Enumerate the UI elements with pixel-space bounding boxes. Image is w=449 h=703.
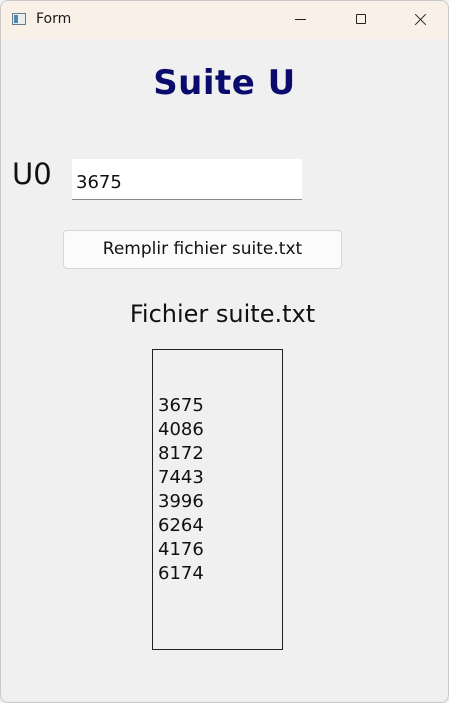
u0-label: U0 (12, 157, 52, 191)
file-line: 4086 (158, 419, 204, 440)
close-button[interactable] (397, 1, 443, 39)
file-line: 4176 (158, 539, 204, 560)
file-lines: 3675 4086 8172 7443 3996 6264 4176 6174 (158, 394, 204, 586)
maximize-icon (356, 14, 366, 24)
page-title: Suite U (153, 63, 296, 103)
fill-file-button[interactable]: Remplir fichier suite.txt (63, 230, 342, 269)
minimize-button[interactable] (278, 1, 324, 39)
file-label: Fichier suite.txt (129, 300, 316, 328)
file-line: 7443 (158, 467, 204, 488)
file-line: 3675 (158, 395, 204, 416)
file-line: 6174 (158, 563, 204, 584)
file-line: 8172 (158, 443, 204, 464)
close-icon (414, 13, 427, 26)
maximize-button[interactable] (338, 1, 384, 39)
minimize-icon (295, 19, 306, 20)
file-content-box[interactable]: 3675 4086 8172 7443 3996 6264 4176 6174 (152, 349, 283, 650)
window-title: Form (36, 11, 72, 27)
file-line: 6264 (158, 515, 204, 536)
form-window-icon (12, 13, 26, 25)
u0-input[interactable] (72, 159, 302, 200)
file-line: 3996 (158, 491, 204, 512)
form-window: Form Suite U U0 Remplir fichier suite.tx… (0, 0, 449, 703)
title-bar[interactable]: Form (1, 1, 448, 39)
